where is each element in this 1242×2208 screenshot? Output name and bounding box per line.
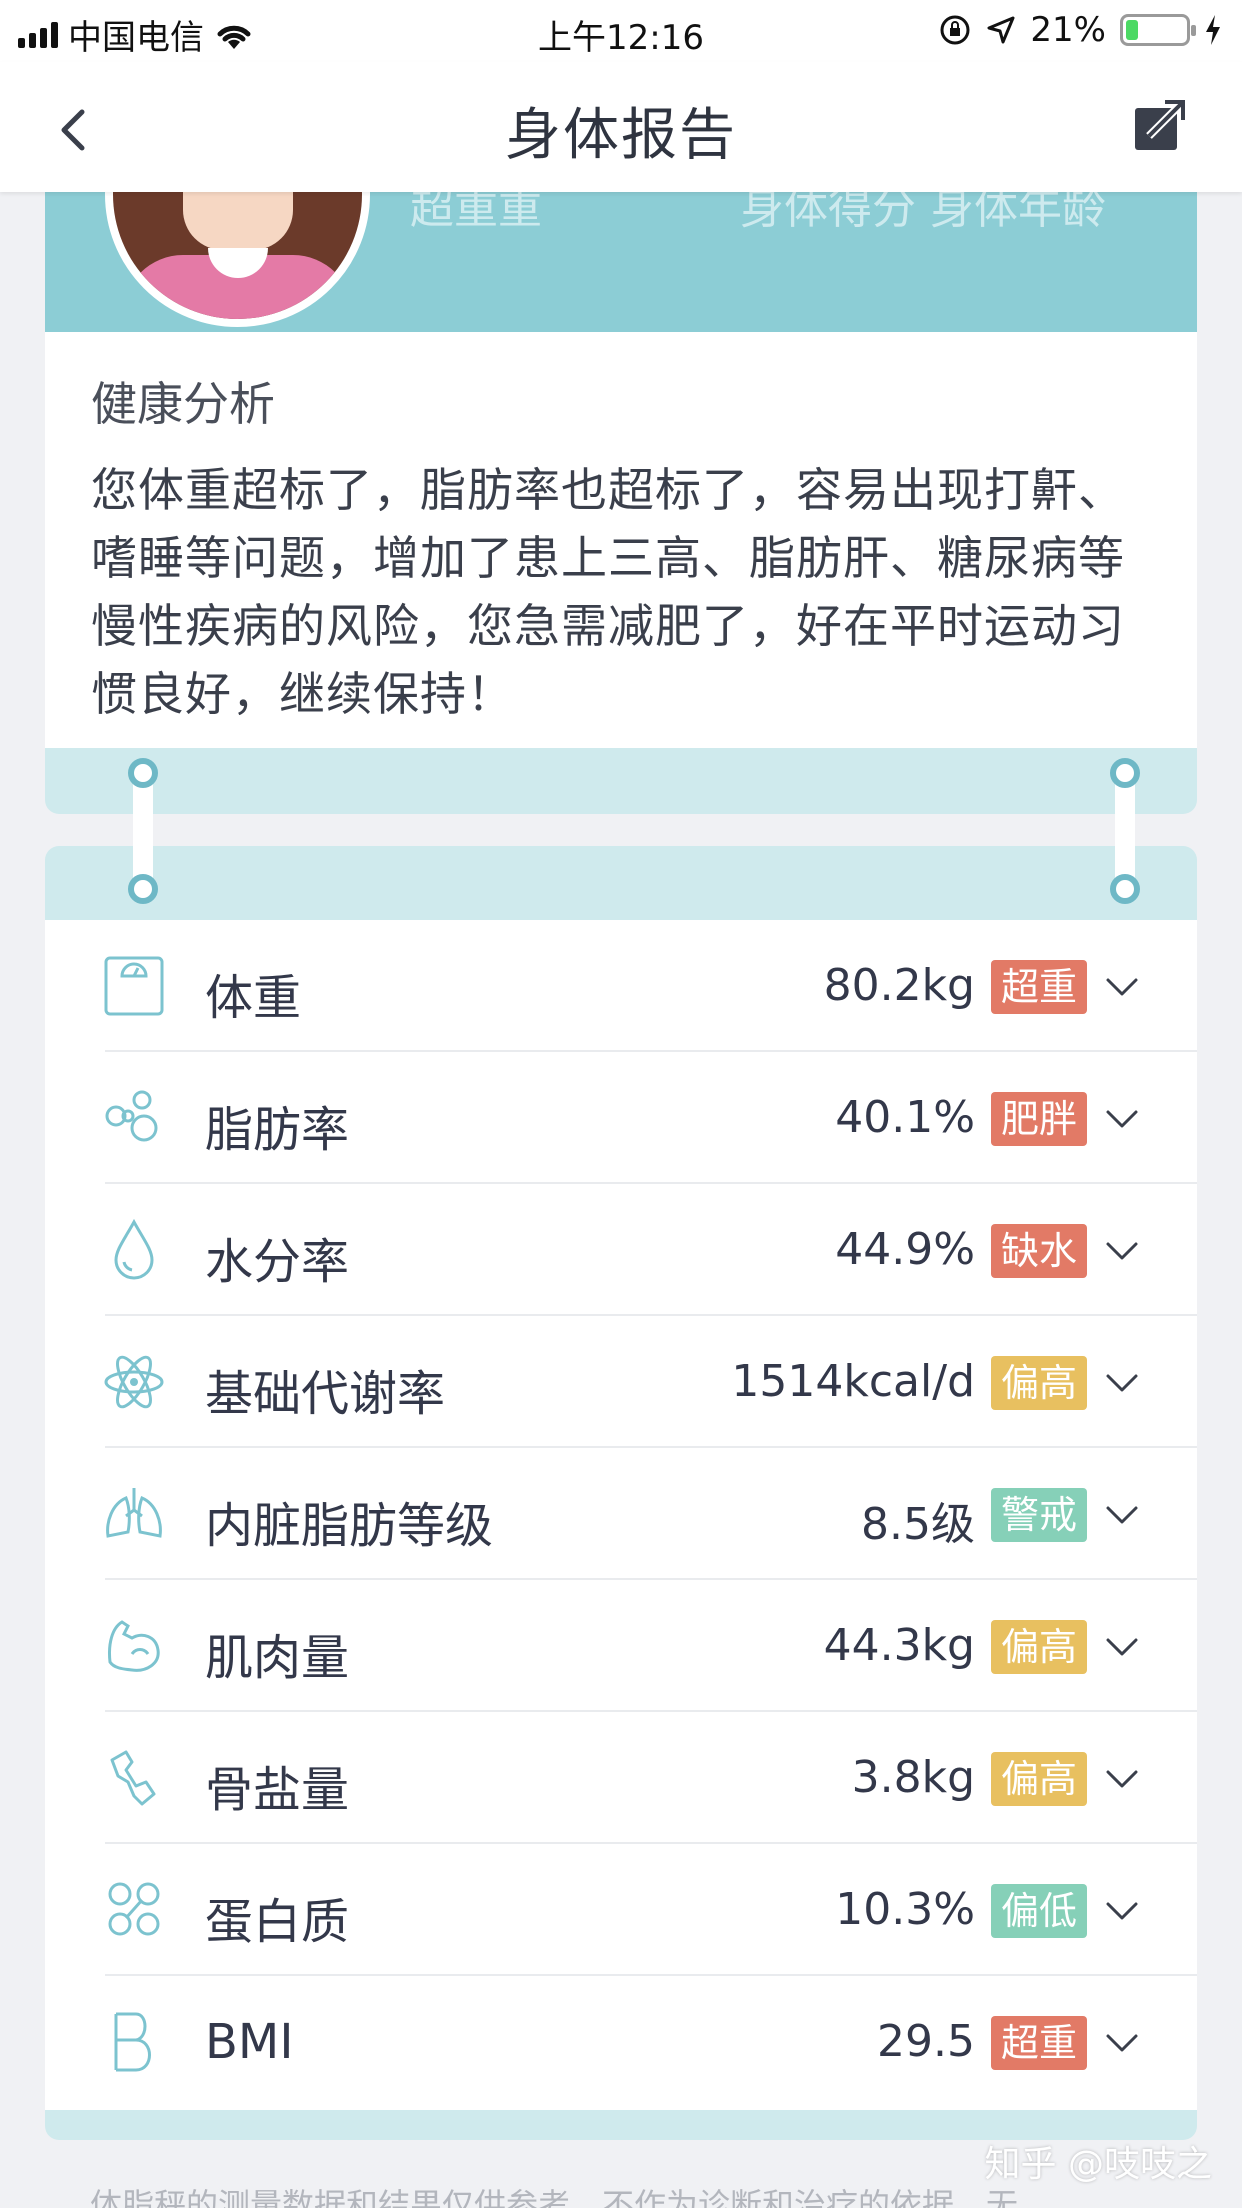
charging-bolt-icon: [1206, 15, 1220, 45]
metric-row[interactable]: 蛋白质 10.3% 偏低: [45, 1844, 1197, 1976]
atom-icon: [102, 1350, 166, 1414]
metric-label: 基础代谢率: [205, 1366, 446, 1422]
metric-value: 44.3kg: [823, 1620, 975, 1671]
metric-value: 8.5级: [861, 1499, 975, 1550]
metric-label: 脂肪率: [205, 1102, 350, 1158]
battery-icon: [1120, 14, 1196, 46]
metric-row[interactable]: 基础代谢率 1514kcal/d 偏高: [45, 1316, 1197, 1448]
metric-status-badge: 缺水: [991, 1224, 1087, 1278]
card-divider-bottom: [45, 748, 1197, 814]
profile-header: 超重重 身体得分 身体年龄: [45, 192, 1197, 332]
chevron-down-icon[interactable]: [1105, 1236, 1139, 1266]
nav-bar: 身体报告: [0, 62, 1242, 192]
metric-label: 蛋白质: [205, 1894, 350, 1950]
metric-row[interactable]: 水分率 44.9% 缺水: [45, 1184, 1197, 1316]
metric-row[interactable]: 肌肉量 44.3kg 偏高: [45, 1580, 1197, 1712]
chevron-down-icon[interactable]: [1105, 1632, 1139, 1662]
metric-row[interactable]: 内脏脂肪等级 8.5级 警戒: [45, 1448, 1197, 1580]
disclaimer-text: 体脂秤的测量数据和结果仅供参考，不作为诊断和治疗的依据，无: [90, 2186, 1019, 2208]
lungs-icon: [102, 1482, 166, 1546]
metric-value: 44.9%: [835, 1224, 975, 1275]
metric-label: 内脏脂肪等级: [205, 1498, 494, 1554]
metric-label: BMI: [205, 2014, 294, 2070]
muscle-icon: [102, 1614, 166, 1678]
chevron-down-icon[interactable]: [1105, 1368, 1139, 1398]
scale-icon: [102, 954, 166, 1018]
metric-value: 10.3%: [835, 1884, 975, 1935]
orientation-lock-icon: [940, 15, 970, 45]
metric-label: 肌肉量: [205, 1630, 350, 1686]
metric-row[interactable]: BMI 29.5 超重: [45, 1976, 1197, 2108]
avatar: [105, 192, 370, 327]
health-analysis-card: 健康分析 您体重超标了，脂肪率也超标了，容易出现打鼾、嗜睡等问题，增加了患上三高…: [45, 332, 1197, 748]
chevron-down-icon[interactable]: [1105, 1896, 1139, 1926]
metric-status-badge: 偏高: [991, 1620, 1087, 1674]
fat-cells-icon: [102, 1086, 166, 1150]
metric-value: 1514kcal/d: [731, 1356, 975, 1407]
metrics-list: 体重 80.2kg 超重 脂肪率 40.1% 肥胖 水分率 44.9% 缺水 基础代谢率 1514k…: [45, 920, 1197, 2110]
binder-ring-left: [128, 758, 158, 908]
location-arrow-icon: [987, 16, 1015, 44]
watermark: 知乎 @吱吱之: [984, 2144, 1212, 2185]
metric-status-badge: 超重: [991, 960, 1087, 1014]
metric-row[interactable]: 体重 80.2kg 超重: [45, 920, 1197, 1052]
metric-value: 3.8kg: [851, 1752, 975, 1803]
metric-label: 体重: [205, 970, 302, 1026]
chevron-down-icon[interactable]: [1105, 2028, 1139, 2058]
metric-status-badge: 偏高: [991, 1752, 1087, 1806]
profile-scores-faded: 身体得分 身体年龄: [740, 192, 1106, 234]
metric-value: 29.5: [877, 2016, 975, 2067]
card-divider-top: [45, 846, 1197, 920]
share-button[interactable]: [1131, 98, 1187, 154]
water-drop-icon: [102, 1218, 166, 1282]
protein-icon: [102, 1878, 166, 1942]
status-bar: 中国电信 上午12:16 21%: [0, 0, 1242, 62]
metric-label: 水分率: [205, 1234, 350, 1290]
metric-row[interactable]: 脂肪率 40.1% 肥胖: [45, 1052, 1197, 1184]
chevron-down-icon[interactable]: [1105, 1764, 1139, 1794]
metric-status-badge: 肥胖: [991, 1092, 1087, 1146]
profile-name-faded: 超重重: [410, 192, 542, 234]
chevron-down-icon[interactable]: [1105, 1500, 1139, 1530]
metric-status-badge: 偏低: [991, 1884, 1087, 1938]
bmi-icon: [102, 2010, 166, 2074]
metric-value: 40.1%: [835, 1092, 975, 1143]
page-title: 身体报告: [505, 103, 737, 168]
chevron-down-icon[interactable]: [1105, 972, 1139, 1002]
metric-status-badge: 警戒: [991, 1488, 1087, 1542]
metric-value: 80.2kg: [823, 960, 975, 1011]
metric-label: 骨盐量: [205, 1762, 350, 1818]
metric-status-badge: 超重: [991, 2016, 1087, 2070]
binder-ring-right: [1110, 758, 1140, 908]
chevron-down-icon[interactable]: [1105, 1104, 1139, 1134]
bone-icon: [102, 1746, 166, 1810]
analysis-title: 健康分析: [91, 377, 275, 431]
metric-status-badge: 偏高: [991, 1356, 1087, 1410]
battery-percent: 21%: [1030, 10, 1106, 50]
status-right: 21%: [938, 10, 1222, 50]
metric-row[interactable]: 骨盐量 3.8kg 偏高: [45, 1712, 1197, 1844]
analysis-text: 您体重超标了，脂肪率也超标了，容易出现打鼾、嗜睡等问题，增加了患上三高、脂肪肝、…: [91, 463, 1125, 721]
